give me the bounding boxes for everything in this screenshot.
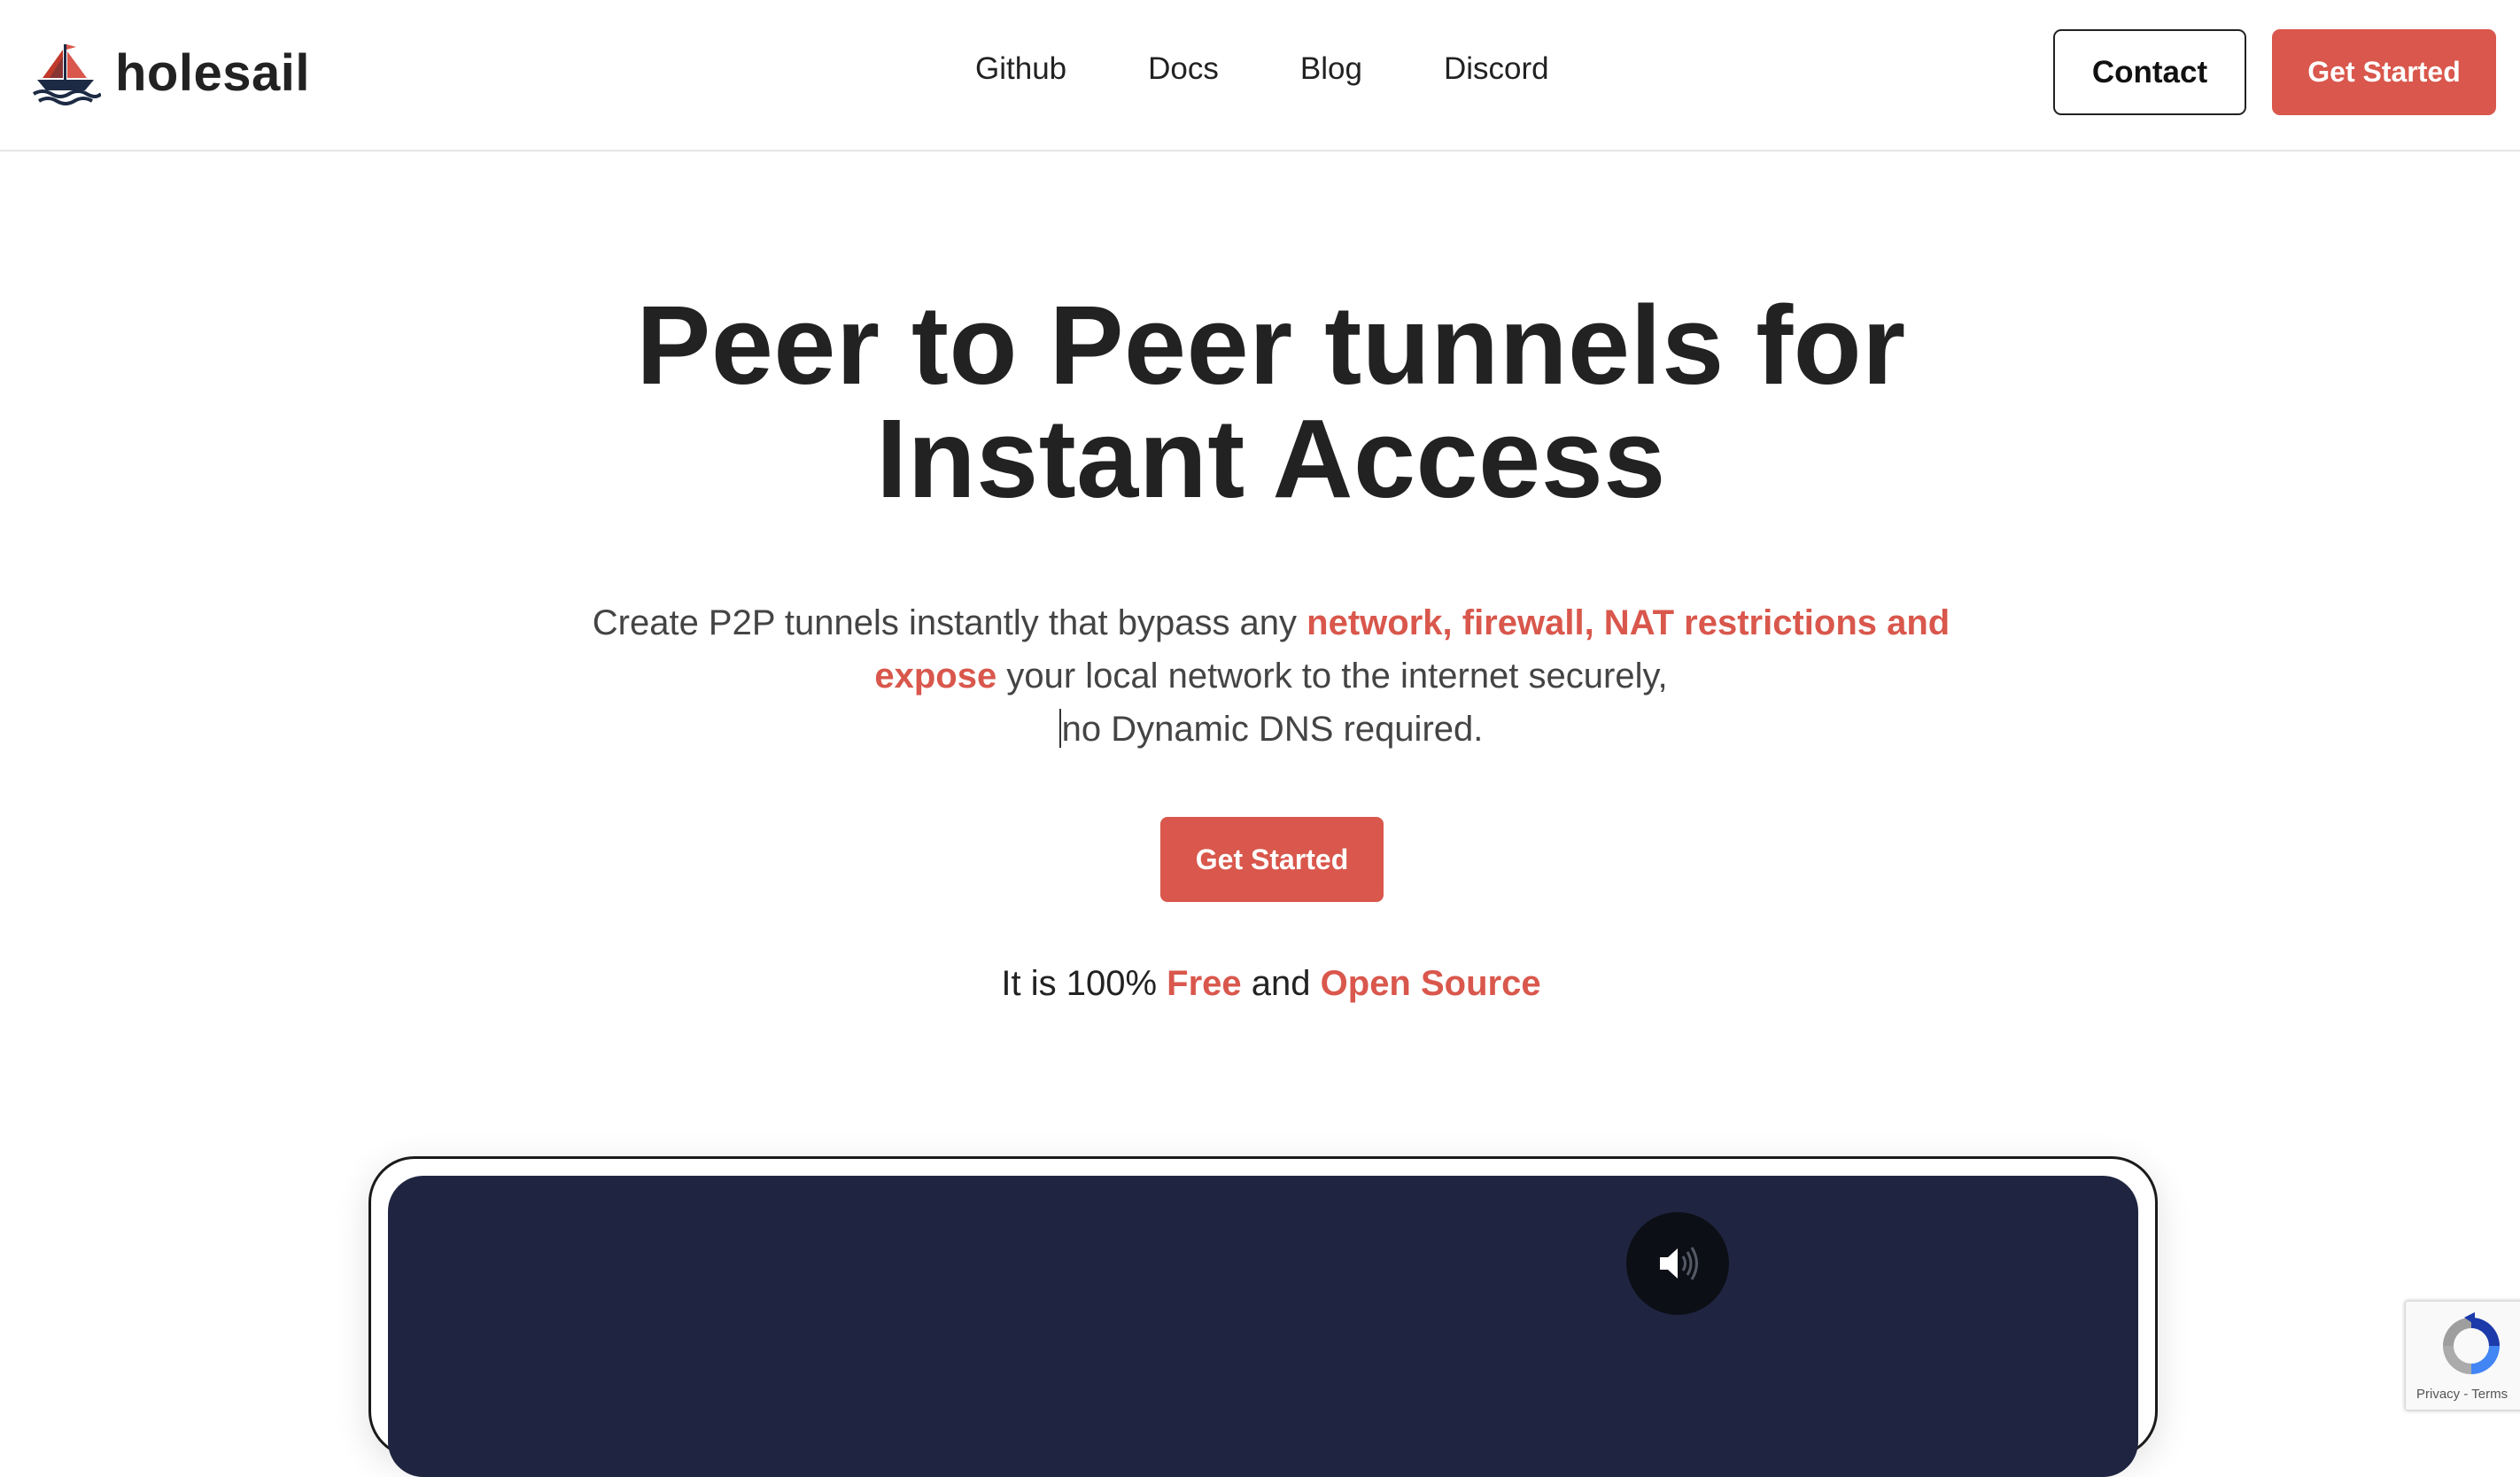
hero-title-line1: Peer to Peer tunnels for bbox=[636, 283, 1906, 408]
nav-link-github[interactable]: Github bbox=[975, 51, 1066, 87]
recaptcha-privacy-link[interactable]: Privacy bbox=[2416, 1387, 2460, 1402]
nav-link-docs[interactable]: Docs bbox=[1148, 51, 1219, 87]
oss-free: Free bbox=[1167, 964, 1242, 1003]
sailboat-icon bbox=[32, 44, 101, 105]
mute-toggle-button[interactable] bbox=[1626, 1212, 1729, 1315]
oss-open-source: Open Source bbox=[1320, 964, 1541, 1003]
hero-title: Peer to Peer tunnels for Instant Access bbox=[0, 289, 2520, 516]
recaptcha-badge[interactable]: Privacy - Terms bbox=[2405, 1301, 2520, 1411]
video-frame bbox=[368, 1156, 2158, 1477]
volume-muted-icon bbox=[1660, 1247, 1698, 1280]
recaptcha-icon bbox=[2443, 1312, 2500, 1374]
hero-desc-part2: your local network to the internet secur… bbox=[996, 657, 1668, 696]
site-header: holesail Github Docs Blog Discord Contac… bbox=[0, 0, 2520, 152]
oss-and: and bbox=[1241, 964, 1321, 1003]
main-nav: Github Docs Blog Discord bbox=[975, 51, 1549, 87]
hero-desc-part1: Create P2P tunnels instantly that bypass… bbox=[592, 603, 1307, 642]
open-source-note: It is 100% Free and Open Source bbox=[0, 964, 2520, 1004]
nav-link-discord[interactable]: Discord bbox=[1444, 51, 1549, 87]
hero-get-started-button[interactable]: Get Started bbox=[1160, 817, 1384, 902]
recaptcha-links: Privacy - Terms bbox=[2416, 1387, 2508, 1402]
header-get-started-button[interactable]: Get Started bbox=[2272, 29, 2496, 115]
contact-button[interactable]: Contact bbox=[2053, 29, 2246, 115]
recaptcha-terms-link[interactable]: Terms bbox=[2471, 1387, 2508, 1402]
hero-desc-part3: no Dynamic DNS required. bbox=[1061, 710, 1484, 749]
hero-description: Create P2P tunnels instantly that bypass… bbox=[576, 596, 1966, 756]
nav-link-blog[interactable]: Blog bbox=[1300, 51, 1362, 87]
video-player[interactable] bbox=[388, 1176, 2138, 1477]
recaptcha-separator: - bbox=[2460, 1387, 2472, 1402]
hero-title-line2: Instant Access bbox=[876, 396, 1666, 521]
brand-name: holesail bbox=[115, 43, 310, 102]
brand-logo-link[interactable]: holesail bbox=[30, 34, 310, 112]
text-caret bbox=[1058, 709, 1061, 748]
oss-prefix: It is 100% bbox=[1001, 964, 1167, 1003]
